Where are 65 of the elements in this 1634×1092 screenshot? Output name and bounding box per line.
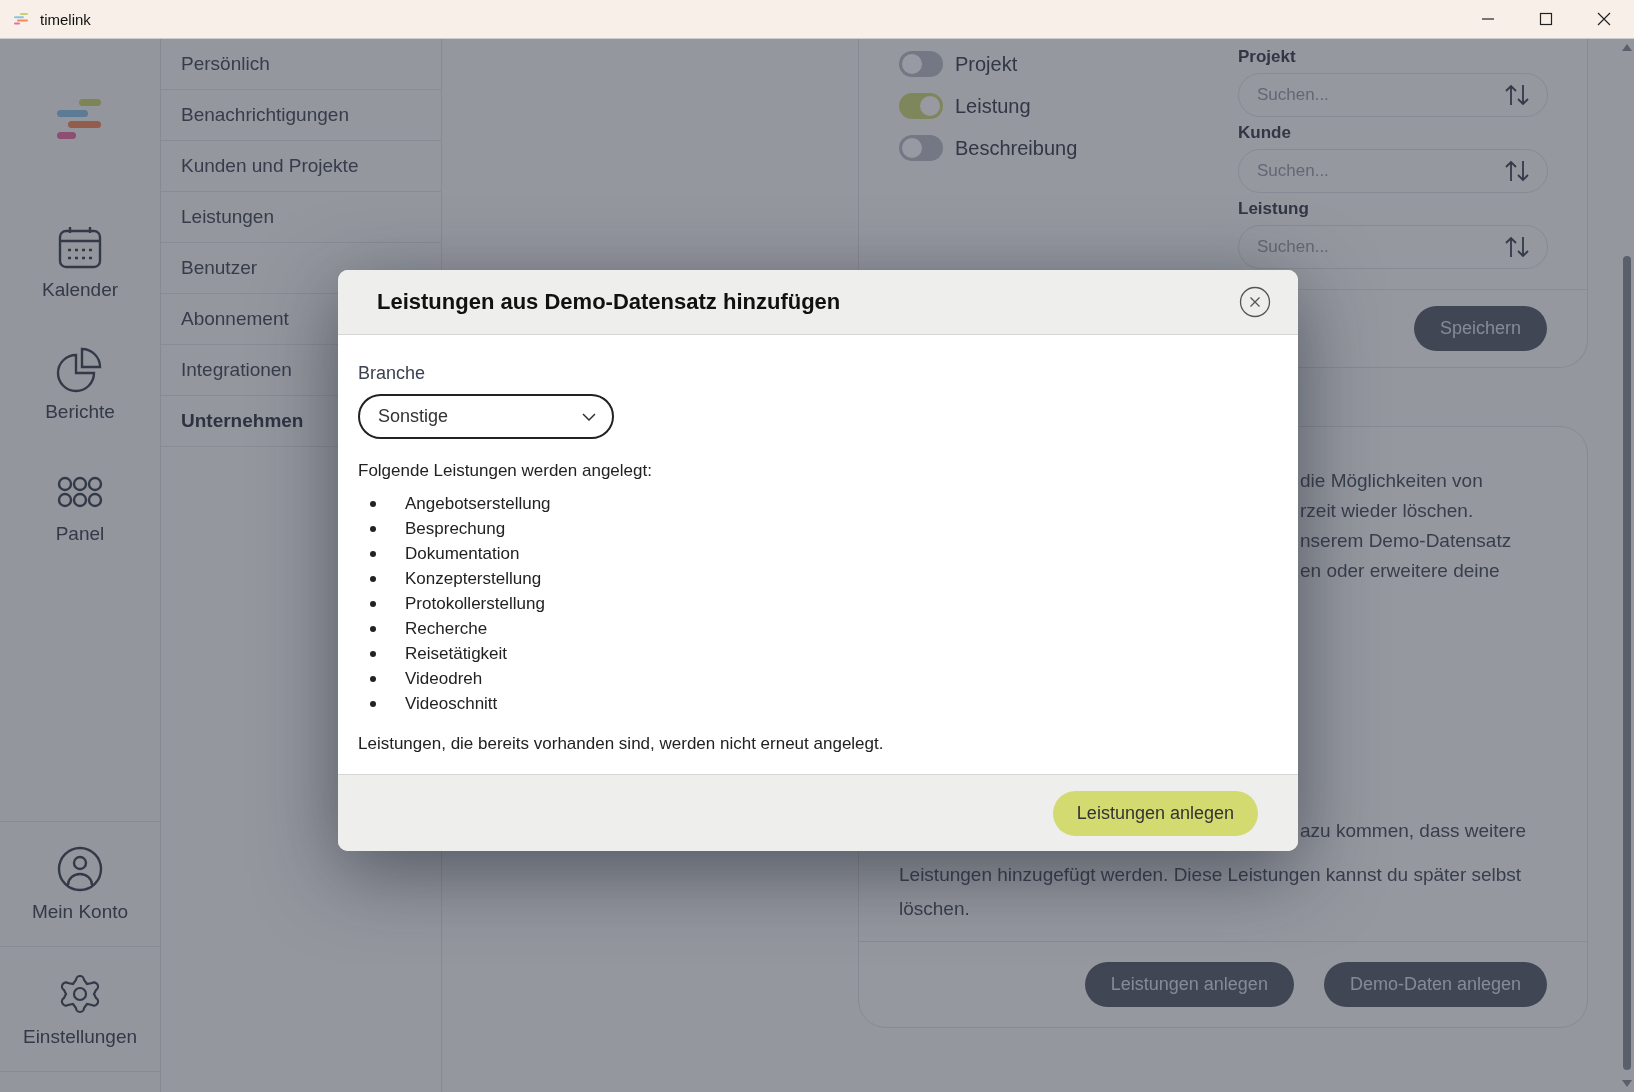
bullet-icon	[370, 625, 376, 632]
description-text: azu kommen, dass weitere	[1299, 819, 1527, 843]
app-logo-icon	[57, 99, 103, 141]
description-text: die Möglichkeiten von	[1300, 469, 1484, 493]
list-item: Besprechung	[405, 518, 506, 539]
list-item: Videodreh	[405, 668, 483, 689]
sort-icon	[1504, 160, 1530, 182]
bullet-icon	[370, 500, 376, 507]
field-label: Branche	[358, 363, 426, 384]
window-title: timelink	[40, 10, 91, 28]
list-item: Konzepterstellung	[405, 568, 542, 589]
scroll-down-icon[interactable]	[1622, 1080, 1632, 1088]
list-item: Protokollerstellung	[405, 593, 545, 614]
sort-icon	[1504, 84, 1530, 106]
close-icon[interactable]	[1239, 286, 1271, 318]
rail-nav-item[interactable]: Mein Konto	[0, 821, 160, 946]
sort-icon	[1504, 236, 1530, 258]
pie-chart-icon	[56, 345, 104, 393]
bullet-icon	[370, 675, 376, 682]
rail-nav-item[interactable]: Einstellungen	[0, 946, 160, 1071]
bullet-icon	[370, 525, 376, 532]
settings-nav-item[interactable]: Leistungen	[161, 192, 441, 243]
app-logo-icon	[14, 13, 30, 25]
list-item: Angebotserstellung	[405, 493, 551, 514]
action-button[interactable]: Demo-Daten anlegen	[1323, 962, 1547, 1007]
description-text: löschen.	[899, 897, 971, 921]
note-text: Leistungen, die bereits vorhanden sind, werden nicht erneut angelegt.	[358, 734, 884, 754]
settings-nav-item[interactable]: Persönlich	[161, 39, 441, 90]
description-text: nserem Demo-Datensatz	[1300, 529, 1513, 553]
bullet-icon	[370, 575, 376, 582]
bullet-icon	[370, 550, 376, 557]
confirm-button[interactable]: Leistungen anlegen	[1052, 790, 1258, 836]
toggle-switch[interactable]	[899, 51, 943, 77]
bullet-icon	[370, 650, 376, 657]
save-button[interactable]: Speichern	[1413, 306, 1547, 351]
list-item: Dokumentation	[405, 543, 520, 564]
list-item: Reisetätigkeit	[405, 643, 508, 664]
list-item: Recherche	[405, 618, 488, 639]
scroll-up-icon[interactable]	[1622, 43, 1632, 51]
intro-text: Folgende Leistungen werden angelegt:	[358, 461, 652, 481]
rail-nav-item[interactable]: Kalender	[0, 201, 160, 323]
settings-nav-item[interactable]: Benachrichtigungen	[161, 90, 441, 141]
field-label: Kunde	[1238, 123, 1292, 143]
toggle-label: Beschreibung	[955, 136, 1078, 160]
settings-nav-item[interactable]: Kunden und Projekte	[161, 141, 441, 192]
bullet-icon	[370, 700, 376, 707]
close-icon[interactable]	[1596, 11, 1612, 27]
list-item: Videoschnitt	[405, 693, 498, 714]
toggle-switch[interactable]	[899, 135, 943, 161]
toggle-switch[interactable]	[899, 93, 943, 119]
industry-select[interactable]: Sonstige	[358, 394, 614, 439]
chevron-down-icon	[582, 412, 596, 421]
bullet-icon	[370, 600, 376, 607]
toggle-label: Projekt	[955, 52, 1018, 76]
toggle-label: Leistung	[955, 94, 1031, 118]
rail-nav-item[interactable]: Panel	[0, 445, 160, 567]
description-text: rzeit wieder löschen.	[1300, 499, 1475, 523]
description-text: en oder erweitere deine	[1300, 559, 1501, 583]
description-text: Leistungen hinzugefügt werden. Diese Leistungen kannst du später selbst	[899, 863, 1523, 887]
user-icon	[56, 845, 104, 893]
action-button[interactable]: Leistungen anlegen	[1084, 962, 1294, 1007]
field-label: Leistung	[1238, 199, 1310, 219]
rail-nav-item[interactable]: Berichte	[0, 323, 160, 445]
field-label: Projekt	[1238, 47, 1297, 67]
maximize-icon[interactable]	[1538, 11, 1554, 27]
